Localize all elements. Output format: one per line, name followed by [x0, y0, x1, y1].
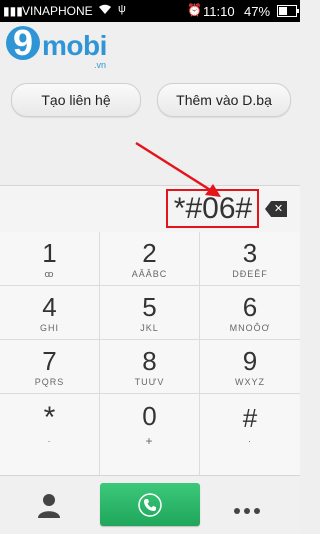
logo-mark: 9	[6, 25, 40, 61]
key-digit: 8	[142, 346, 157, 376]
key-8[interactable]: 8 TUƯV	[100, 340, 200, 394]
key-digit: 0	[142, 401, 157, 431]
logo: 9 mobi .vn	[6, 25, 116, 78]
key-digit: 9	[242, 346, 258, 376]
backspace-icon[interactable]: ✕	[265, 201, 287, 217]
key-letters: TUƯV	[134, 377, 165, 387]
phone-icon	[138, 493, 162, 517]
battery-icon	[277, 5, 299, 17]
logo-name: mobi	[42, 30, 107, 61]
contacts-icon[interactable]	[36, 492, 62, 518]
key-letters: DĐEÊF	[232, 269, 268, 279]
key-digit: 7	[42, 346, 57, 376]
add-to-contacts-button[interactable]: Thêm vào D.bạ	[157, 83, 291, 117]
key-9[interactable]: 9 WXYZ	[200, 340, 300, 394]
usb-icon: ψ	[118, 3, 126, 15]
key-0[interactable]: 0 +	[100, 394, 200, 475]
key-letters: WXYZ	[235, 377, 265, 387]
key-digit: #	[242, 403, 258, 433]
key-star[interactable]: * ·	[0, 394, 100, 475]
status-time: 11:10	[203, 4, 235, 19]
key-7[interactable]: 7 PQRS	[0, 340, 100, 394]
key-letters: +	[145, 434, 154, 448]
create-contact-button[interactable]: Tạo liên hệ	[11, 83, 141, 117]
key-5[interactable]: 5 JKL	[100, 286, 200, 340]
key-6[interactable]: 6 MNOÔƠ	[200, 286, 300, 340]
key-digit: 1	[42, 238, 57, 268]
call-button[interactable]	[100, 483, 200, 526]
key-digit: 5	[142, 292, 157, 322]
key-digit: 6	[242, 292, 258, 322]
key-digit: 2	[142, 238, 157, 268]
carrier-name: VINAPHONE	[22, 4, 93, 18]
key-1[interactable]: 1 ꝏ	[0, 232, 100, 286]
key-letters: AĂÂBC	[131, 269, 168, 279]
key-4[interactable]: 4 GHI	[0, 286, 100, 340]
wifi-icon	[98, 3, 112, 18]
keypad: 1 ꝏ 2 AĂÂBC 3 DĐEÊF 4 GHI 5 JKL 6 MNOÔƠ …	[0, 232, 300, 475]
key-2[interactable]: 2 AĂÂBC	[100, 232, 200, 286]
key-3[interactable]: 3 DĐEÊF	[200, 232, 300, 286]
number-display: *#06# ✕	[0, 185, 300, 234]
key-letters: MNOÔƠ	[229, 323, 271, 333]
key-digit: 4	[42, 292, 57, 322]
highlight-box	[166, 189, 259, 228]
key-letters: GHI	[39, 323, 59, 333]
key-letters: ·	[47, 436, 52, 446]
key-letters: JKL	[140, 323, 159, 333]
dialer-bottom-bar	[0, 475, 300, 534]
key-letters: PQRS	[34, 377, 65, 387]
key-hash[interactable]: # ·	[200, 394, 300, 475]
status-bar: ▮▮▮ VINAPHONE ψ ⏰ 11:10 47%	[0, 0, 300, 22]
key-digit: *	[43, 401, 56, 434]
signal-icon: ▮▮▮	[3, 4, 23, 18]
battery-percent: 47%	[244, 4, 271, 19]
dialer-header: 9 mobi .vn Tạo liên hệ Thêm vào D.bạ	[0, 22, 300, 185]
key-digit: 3	[242, 238, 258, 268]
voicemail-icon: ꝏ	[44, 269, 55, 279]
more-icon[interactable]	[234, 501, 268, 514]
alarm-icon: ⏰	[187, 3, 202, 17]
key-letters: ·	[248, 436, 252, 446]
logo-tld: .vn	[94, 60, 107, 70]
